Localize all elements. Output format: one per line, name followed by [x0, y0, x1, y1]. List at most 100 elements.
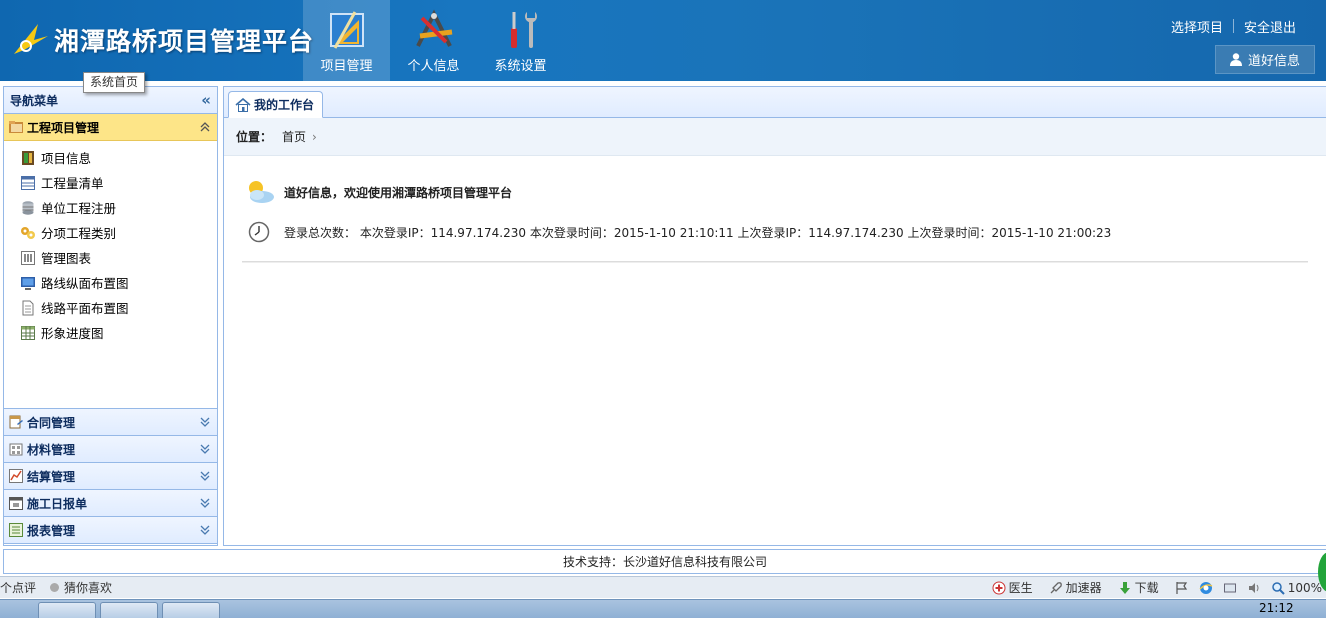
home-icon	[235, 97, 251, 112]
chevron-double-up-icon[interactable]	[199, 121, 211, 133]
download-label: 下载	[1134, 581, 1159, 595]
menu-item-label: 路线纵面布置图	[41, 276, 129, 291]
section-daily-report[interactable]: 施工日报单	[4, 490, 217, 517]
nav-system-settings[interactable]: 系统设置	[477, 0, 564, 81]
speaker-icon[interactable]	[1247, 581, 1261, 595]
accelerator-label: 加速器	[1065, 581, 1102, 595]
dot-icon	[50, 583, 60, 592]
section-reports[interactable]: 报表管理	[4, 517, 217, 544]
section-label: 施工日报单	[27, 496, 88, 511]
gears-icon	[21, 226, 35, 239]
welcome-text: 道好信息，欢迎使用湘潭路桥项目管理平台	[284, 185, 513, 200]
report-icon	[9, 523, 23, 537]
section-label: 结算管理	[27, 469, 76, 484]
download-button[interactable]: 下载	[1118, 579, 1159, 596]
app-header: 湘潭路桥项目管理平台 项目管理 个人信息 系统设置 选择项目 安全退出 道好信息	[0, 0, 1326, 81]
rocket-icon	[1050, 581, 1062, 593]
monitor-icon	[21, 276, 35, 290]
comments-link[interactable]: 个点评	[0, 579, 36, 596]
logo[interactable]: 湘潭路桥项目管理平台	[10, 16, 314, 64]
user-name: 道好信息	[1247, 54, 1300, 69]
line-chart-icon	[9, 469, 23, 483]
section-settlement[interactable]: 结算管理	[4, 463, 217, 490]
section-engineering-project[interactable]: 工程项目管理	[4, 114, 217, 141]
breadcrumb-home[interactable]: 首页	[282, 128, 306, 145]
compass-pencil-icon	[415, 9, 452, 47]
medical-cross-icon	[992, 581, 1006, 594]
database-icon	[22, 200, 34, 215]
chevron-double-down-icon[interactable]	[199, 470, 211, 482]
breadcrumb-label: 位置：	[236, 130, 273, 144]
select-project-link[interactable]: 选择项目	[1161, 17, 1233, 36]
chevron-double-down-icon[interactable]	[199, 416, 211, 428]
tab-strip: 我的工作台	[224, 87, 1326, 118]
section-materials[interactable]: 材料管理	[4, 436, 217, 463]
tools-icon	[510, 12, 537, 48]
chevron-double-down-icon[interactable]	[199, 524, 211, 536]
taskbar-clock[interactable]: 21:12	[1259, 601, 1294, 615]
nav-personal-info[interactable]: 个人信息	[390, 0, 477, 81]
menu-item-label: 分项工程类别	[41, 226, 117, 241]
contract-icon	[9, 415, 23, 429]
table-icon	[21, 175, 35, 190]
header-links: 选择项目 安全退出	[1161, 17, 1306, 36]
menu-item-bill-of-quantities[interactable]: 工程量清单	[4, 170, 217, 195]
user-button[interactable]: 道好信息	[1215, 45, 1315, 74]
menu-item-label: 形象进度图	[41, 326, 104, 341]
zoom-level: 100%	[1287, 580, 1322, 595]
doctor-label: 医生	[1008, 581, 1033, 595]
window-icon[interactable]	[1223, 581, 1237, 595]
zoom-control[interactable]: 100%	[1271, 581, 1322, 595]
menu-item-plan-layout[interactable]: 线路平面布置图	[4, 295, 217, 320]
section-body: 项目信息 工程量清单 单位工程注册 分项工程类别 管理图表 路线纵面布置图 线路…	[4, 141, 217, 409]
top-nav: 项目管理 个人信息 系统设置	[303, 0, 564, 81]
chevron-double-down-icon[interactable]	[199, 443, 211, 455]
flag-icon[interactable]	[1175, 581, 1189, 595]
menu-item-longitudinal-layout[interactable]: 路线纵面布置图	[4, 270, 217, 295]
guess-you-like-link[interactable]: 猜你喜欢	[64, 579, 112, 596]
taskbar-app-browser[interactable]	[100, 602, 158, 618]
clock-icon	[248, 221, 270, 243]
section-label: 材料管理	[27, 442, 76, 457]
menu-item-progress-chart[interactable]: 形象进度图	[4, 320, 217, 345]
menu-item-unit-registration[interactable]: 单位工程注册	[4, 195, 217, 220]
nav-project-management[interactable]: 项目管理	[303, 0, 390, 81]
taskbar-app-browser-2[interactable]	[162, 602, 220, 618]
tab-my-workbench[interactable]: 我的工作台	[228, 91, 324, 118]
calendar-icon	[9, 497, 23, 510]
collapse-double-left-icon[interactable]: «	[201, 92, 211, 108]
document-icon	[22, 300, 34, 315]
menu-item-label: 线路平面布置图	[41, 301, 129, 316]
bar-chart-icon	[21, 250, 35, 265]
menu-item-management-charts[interactable]: 管理图表	[4, 245, 217, 270]
menu-item-subitem-category[interactable]: 分项工程类别	[4, 220, 217, 245]
menu-item-project-info[interactable]: 项目信息	[4, 145, 217, 170]
magnifier-icon	[1271, 581, 1285, 595]
folder-icon	[9, 121, 23, 133]
login-info: 登录总次数： 本次登录IP：114.97.174.230 本次登录时间：2015…	[248, 221, 1111, 243]
accelerator-button[interactable]: 加速器	[1049, 579, 1102, 596]
nav-label: 个人信息	[407, 59, 460, 74]
os-taskbar: 21:12	[0, 599, 1326, 618]
taskbar-app-explorer[interactable]	[38, 602, 96, 618]
breadcrumb: 位置： 首页 ›	[224, 118, 1326, 156]
ie-icon[interactable]	[1199, 581, 1213, 595]
tech-support-text: 技术支持：长沙道好信息科技有限公司	[562, 555, 767, 569]
login-info-text: 登录总次数： 本次登录IP：114.97.174.230 本次登录时间：2015…	[284, 225, 1112, 240]
weather-cloud-icon	[249, 181, 274, 203]
book-icon	[22, 150, 34, 165]
sidebar: 导航菜单 « 工程项目管理 项目信息 工程量清单 单位工程注册 分项工程类别 管…	[3, 86, 218, 546]
download-arrow-icon	[1119, 581, 1130, 594]
section-contract[interactable]: 合同管理	[4, 409, 217, 436]
browser-status-bar: 个点评 猜你喜欢 医生 加速器 下载 100%	[0, 576, 1326, 598]
chevron-double-down-icon[interactable]	[199, 497, 211, 509]
welcome-message: 道好信息，欢迎使用湘潭路桥项目管理平台	[244, 179, 512, 205]
menu-item-label: 项目信息	[41, 151, 92, 166]
doctor-button[interactable]: 医生	[992, 579, 1033, 596]
footer: 技术支持：长沙道好信息科技有限公司	[3, 549, 1326, 574]
logout-link[interactable]: 安全退出	[1234, 17, 1306, 36]
main-panel: 我的工作台 位置： 首页 › 道好信息，欢迎使用湘潭路桥项目管理平台 登录总次数…	[223, 86, 1326, 546]
nav-label: 系统设置	[494, 59, 547, 74]
home-tooltip: 系统首页	[83, 72, 146, 93]
logo-text: 湘潭路桥项目管理平台	[54, 27, 315, 56]
